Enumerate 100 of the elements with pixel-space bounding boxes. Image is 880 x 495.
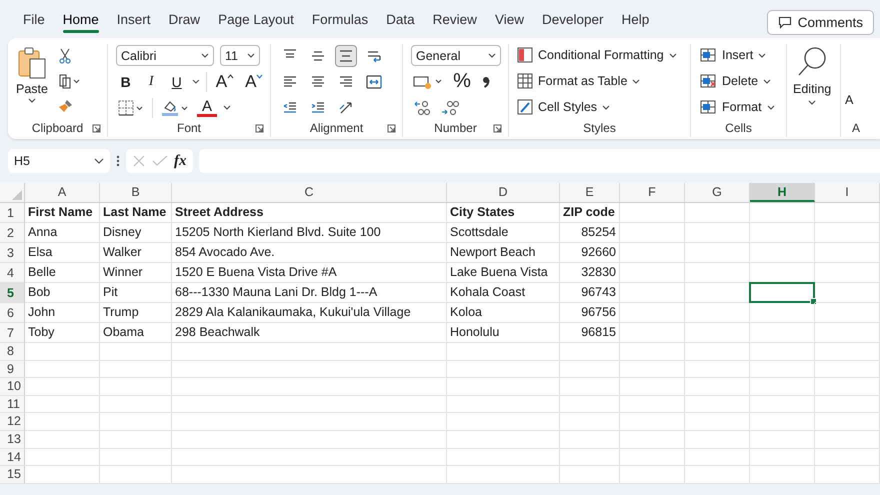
row-header[interactable]: 11 bbox=[0, 396, 25, 414]
insert-function-button[interactable]: fx bbox=[174, 152, 186, 170]
ribbon-tab[interactable]: Review bbox=[424, 6, 486, 32]
format-cells-icon bbox=[699, 99, 717, 115]
row-header[interactable]: 9 bbox=[0, 360, 25, 378]
row-header[interactable]: 4 bbox=[0, 263, 25, 283]
table-cell: Lake Buena Vista bbox=[447, 263, 560, 283]
row-header[interactable]: 10 bbox=[0, 378, 25, 396]
colored-grid-icon bbox=[517, 47, 533, 63]
row-header[interactable]: 6 bbox=[0, 303, 25, 323]
table-cell: Last Name bbox=[100, 203, 172, 223]
scissors-icon bbox=[58, 48, 72, 64]
grow-font-button[interactable]: A bbox=[213, 70, 237, 92]
row-header[interactable]: 1 bbox=[0, 203, 25, 223]
table-cell: Elsa bbox=[25, 243, 100, 263]
column-header[interactable]: H bbox=[750, 183, 815, 202]
table-cell: Trump bbox=[100, 303, 172, 323]
table-cell: Koloa bbox=[447, 303, 560, 323]
ribbon-tab[interactable]: Home bbox=[54, 6, 108, 32]
row-header[interactable]: 5 bbox=[0, 283, 25, 303]
name-box[interactable]: H5 bbox=[8, 149, 110, 173]
column-header[interactable]: D bbox=[447, 183, 560, 202]
table-cell: 96815 bbox=[560, 323, 620, 343]
merge-center-icon bbox=[366, 74, 382, 90]
ribbon-tab[interactable]: Insert bbox=[108, 6, 160, 32]
dialog-launcher-icon[interactable] bbox=[493, 124, 502, 133]
row-header[interactable]: 12 bbox=[0, 413, 25, 431]
ribbon-tab[interactable]: Developer bbox=[532, 6, 613, 32]
paste-button[interactable]: Paste bbox=[12, 44, 52, 105]
orientation-icon bbox=[338, 100, 354, 116]
table-cell: Scottsdale bbox=[447, 223, 560, 243]
column-header[interactable]: B bbox=[100, 183, 172, 202]
number-format-field[interactable]: General bbox=[411, 45, 501, 66]
ribbon-tab[interactable]: Data bbox=[377, 6, 424, 32]
ribbon-tab[interactable]: Formulas bbox=[302, 6, 378, 32]
table-cell: 96743 bbox=[560, 283, 620, 303]
font-style-button[interactable]: U bbox=[166, 70, 186, 92]
table-cell: City States bbox=[447, 203, 560, 223]
row-header[interactable]: 8 bbox=[0, 343, 25, 361]
alignment-button[interactable] bbox=[335, 44, 357, 66]
column-header[interactable]: E bbox=[560, 183, 620, 202]
editing-button[interactable]: Editing bbox=[791, 44, 834, 137]
cells-button[interactable]: Delete bbox=[699, 70, 782, 92]
row-header[interactable]: 7 bbox=[0, 323, 25, 343]
table-cell: Honolulu bbox=[447, 323, 560, 343]
delete-cells-icon bbox=[699, 73, 717, 89]
font-color-button[interactable]: A bbox=[197, 98, 217, 116]
percent-button[interactable]: % bbox=[451, 70, 473, 92]
font-style-button[interactable]: B bbox=[116, 70, 136, 92]
table-cell: First Name bbox=[25, 203, 100, 223]
copy-icon bbox=[58, 73, 80, 89]
caret-icon bbox=[808, 100, 816, 105]
row-header[interactable]: 2 bbox=[0, 223, 25, 243]
styles-button[interactable]: Cell Styles bbox=[517, 96, 686, 118]
table-cell: Belle bbox=[25, 263, 100, 283]
caret-icon bbox=[766, 104, 775, 110]
table-cell: Newport Beach bbox=[447, 243, 560, 263]
column-header[interactable]: A bbox=[25, 183, 100, 202]
column-header[interactable]: I bbox=[815, 183, 880, 202]
more-options-icon[interactable] bbox=[116, 154, 120, 168]
caret-icon bbox=[192, 79, 200, 84]
dialog-launcher-icon[interactable] bbox=[387, 124, 396, 133]
table-cell: Street Address bbox=[172, 203, 447, 223]
check-icon[interactable] bbox=[152, 154, 168, 168]
ribbon-tab[interactable]: Draw bbox=[160, 6, 210, 32]
column-header[interactable]: C bbox=[172, 183, 447, 202]
caret-icon bbox=[247, 53, 255, 58]
table-cell: Toby bbox=[25, 323, 100, 343]
styles-button[interactable]: Conditional Formatting bbox=[517, 44, 686, 66]
table-cell: ZIP code bbox=[560, 203, 620, 223]
caret-icon bbox=[758, 52, 766, 58]
triangle-icon bbox=[12, 190, 22, 200]
font-size-field[interactable]: 11 bbox=[220, 45, 260, 66]
cells-button[interactable]: Format bbox=[699, 96, 782, 118]
insert-cells-icon bbox=[699, 47, 717, 63]
row-header[interactable]: 14 bbox=[0, 448, 25, 466]
ribbon-tab[interactable]: View bbox=[486, 6, 533, 32]
up-caret-icon bbox=[227, 74, 234, 79]
ribbon-tab[interactable]: Page Layout bbox=[209, 6, 303, 32]
table-cell: Obama bbox=[100, 323, 172, 343]
styles-button[interactable]: Format as Table bbox=[517, 70, 686, 92]
font-style-button[interactable]: I bbox=[141, 70, 161, 92]
column-header[interactable]: F bbox=[620, 183, 685, 202]
dialog-launcher-icon[interactable] bbox=[255, 124, 264, 133]
comment-icon bbox=[778, 16, 792, 28]
comments-button[interactable]: Comments bbox=[766, 10, 874, 34]
table-cell: 32830 bbox=[560, 263, 620, 283]
font-name-field[interactable]: Calibri bbox=[116, 45, 214, 66]
ribbon-tab[interactable]: Help bbox=[612, 6, 658, 32]
cells-button[interactable]: Insert bbox=[699, 44, 782, 66]
borders-icon bbox=[118, 100, 144, 116]
row-header[interactable]: 3 bbox=[0, 243, 25, 263]
table-cell: Winner bbox=[100, 263, 172, 283]
row-header[interactable]: 15 bbox=[0, 466, 25, 484]
group-label: Number bbox=[434, 121, 477, 135]
row-header[interactable]: 13 bbox=[0, 430, 25, 449]
ribbon-tab[interactable]: File bbox=[14, 6, 54, 32]
shrink-font-button[interactable]: A bbox=[242, 70, 266, 92]
ribbon-button[interactable]: A bbox=[845, 44, 854, 119]
dialog-launcher-icon[interactable] bbox=[92, 124, 101, 133]
